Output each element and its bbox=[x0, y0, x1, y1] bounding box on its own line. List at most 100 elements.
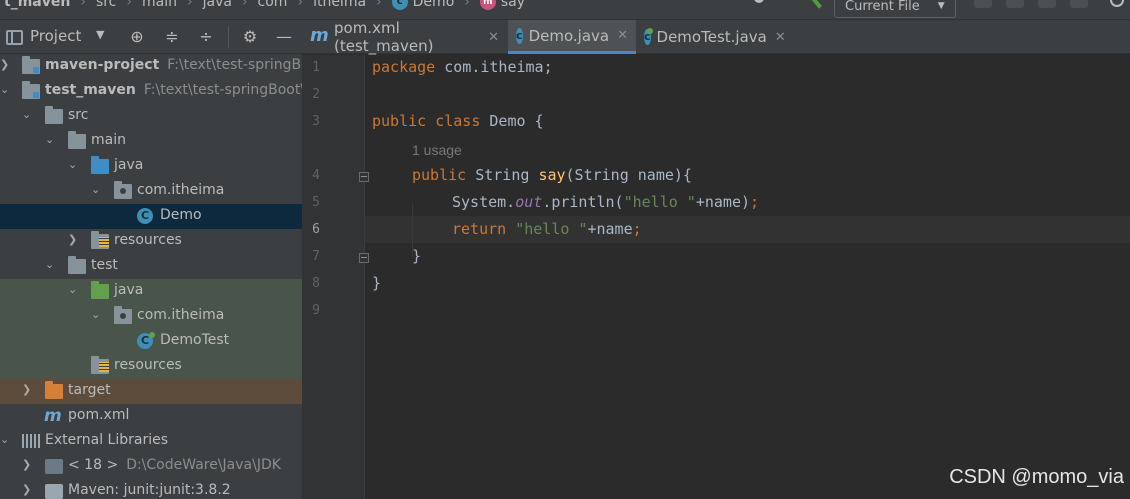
gear-icon[interactable]: ⚙ bbox=[241, 28, 259, 46]
tree-item-main-package[interactable]: ⌄ com.itheima bbox=[0, 179, 302, 204]
keyword-token: public class bbox=[372, 112, 481, 130]
tree-item-label: main bbox=[91, 132, 126, 148]
line-number: 3 bbox=[312, 114, 320, 129]
code-editor[interactable]: 1 2 3 4 5 6 7 8 9 package com.itheima; p… bbox=[302, 55, 1130, 499]
tab-pom-xml[interactable]: m pom.xml (test_maven) ✕ bbox=[302, 19, 507, 55]
chevron-right-icon[interactable]: ❯ bbox=[0, 59, 10, 70]
usages-inlay-hint[interactable]: 1 usage bbox=[412, 142, 462, 158]
code-token: +name bbox=[587, 220, 633, 238]
code-line-3: public class Demo { bbox=[372, 112, 544, 139]
tree-item-label: com.itheima bbox=[137, 182, 225, 198]
tree-item-main-java[interactable]: ⌄ java bbox=[0, 154, 302, 179]
test-resources-folder-icon bbox=[91, 356, 109, 374]
tree-item-path: F:\text\test-springBoot bbox=[167, 57, 302, 73]
folder-icon bbox=[68, 256, 86, 274]
debug-icon[interactable] bbox=[1006, 0, 1024, 8]
tab-label: DemoTest.java bbox=[656, 28, 767, 46]
hammer-icon[interactable] bbox=[808, 0, 822, 7]
tree-item-pom[interactable]: m pom.xml bbox=[0, 404, 302, 429]
tree-item-maven-project[interactable]: ❯ maven-project F:\text\test-springBoot bbox=[0, 54, 302, 79]
tree-item-src[interactable]: ⌄ src bbox=[0, 104, 302, 129]
project-panel-icon bbox=[6, 30, 23, 45]
watermark: CSDN @momo_via bbox=[949, 466, 1124, 488]
chevron-right-icon[interactable]: ❯ bbox=[22, 459, 32, 470]
fold-icon[interactable] bbox=[359, 253, 369, 263]
tree-item-label: maven-project bbox=[45, 57, 160, 73]
breadcrumb-item-java[interactable]: java bbox=[199, 0, 236, 10]
tree-item-label: Maven: junit:junit:3.8.2 bbox=[68, 482, 231, 498]
tab-demotest-java[interactable]: c DemoTest.java ✕ bbox=[636, 20, 790, 54]
user-icon[interactable] bbox=[748, 0, 772, 7]
tree-item-test-java[interactable]: ⌄ java bbox=[0, 279, 302, 304]
code-token: com.itheima; bbox=[435, 58, 553, 76]
chevron-down-icon[interactable]: ⌄ bbox=[45, 259, 55, 270]
code-line-7: } bbox=[412, 247, 422, 265]
tree-item-demotest[interactable]: C DemoTest bbox=[0, 329, 302, 354]
run-configuration-select[interactable]: Current File ▼ bbox=[834, 0, 956, 18]
breadcrumb-item-itheima[interactable]: itheima bbox=[309, 0, 370, 10]
collapse-all-icon[interactable]: ÷ bbox=[197, 28, 215, 46]
gutter-divider bbox=[364, 55, 365, 499]
breadcrumb-item-com[interactable]: com bbox=[254, 0, 292, 10]
chevron-down-icon[interactable]: ⌄ bbox=[45, 134, 55, 145]
test-class-icon: c bbox=[644, 28, 652, 45]
chevron-down-icon[interactable]: ⌄ bbox=[22, 109, 32, 120]
folder-icon bbox=[68, 131, 86, 149]
chevron-down-icon[interactable]: ⌄ bbox=[0, 434, 10, 445]
minimize-icon[interactable]: — bbox=[275, 28, 293, 46]
tree-item-label: pom.xml bbox=[68, 407, 130, 423]
breadcrumb-item-src[interactable]: src bbox=[92, 0, 120, 10]
class-icon: c bbox=[516, 27, 523, 44]
tree-item-label: java bbox=[114, 157, 144, 173]
semicolon-token: ; bbox=[632, 220, 642, 238]
close-icon[interactable]: ✕ bbox=[617, 28, 628, 43]
profile-icon[interactable] bbox=[1070, 0, 1088, 8]
code-token: (String name){ bbox=[565, 166, 692, 184]
breadcrumb-item-say[interactable]: m say bbox=[476, 0, 529, 10]
close-icon[interactable]: ✕ bbox=[488, 30, 499, 45]
string-token: "hello " bbox=[623, 193, 696, 211]
chevron-down-icon[interactable]: ⌄ bbox=[91, 184, 101, 195]
chevron-right-icon[interactable]: ❯ bbox=[22, 484, 32, 495]
breadcrumb-separator: › bbox=[297, 0, 304, 10]
code-token: System. bbox=[452, 193, 516, 211]
folder-icon bbox=[45, 106, 63, 124]
chevron-down-icon[interactable]: ⌄ bbox=[68, 284, 78, 295]
tree-item-maven-junit[interactable]: ❯ Maven: junit:junit:3.8.2 bbox=[0, 479, 302, 499]
tree-item-external-libraries[interactable]: ⌄ External Libraries bbox=[0, 429, 302, 454]
chevron-right-icon[interactable]: ❯ bbox=[68, 234, 78, 245]
tab-demo-java[interactable]: c Demo.java ✕ bbox=[508, 20, 636, 54]
tree-item-test[interactable]: ⌄ test bbox=[0, 254, 302, 279]
tab-label: pom.xml (test_maven) bbox=[334, 19, 434, 55]
chevron-down-icon[interactable]: ⌄ bbox=[0, 84, 10, 95]
tree-item-path: D:\CodeWare\Java\JDK bbox=[126, 457, 281, 473]
code-token: +name) bbox=[695, 193, 751, 211]
close-icon[interactable]: ✕ bbox=[775, 30, 786, 45]
tree-item-target[interactable]: ❯ target bbox=[0, 379, 302, 404]
project-panel-title[interactable]: Project bbox=[30, 27, 81, 45]
fold-icon[interactable] bbox=[359, 172, 369, 182]
breadcrumb-item-main[interactable]: main bbox=[138, 0, 181, 10]
tree-item-test-resources[interactable]: resources bbox=[0, 354, 302, 379]
coverage-icon[interactable] bbox=[1038, 0, 1056, 8]
search-icon[interactable] bbox=[1110, 0, 1124, 7]
run-icon[interactable] bbox=[974, 0, 992, 8]
chevron-down-icon: ▼ bbox=[937, 1, 945, 11]
tree-item-demo[interactable]: C Demo bbox=[0, 204, 302, 229]
chevron-right-icon[interactable]: ❯ bbox=[22, 384, 32, 395]
tree-item-main-resources[interactable]: ❯ resources bbox=[0, 229, 302, 254]
chevron-down-icon[interactable]: ⌄ bbox=[68, 159, 78, 170]
tree-item-main[interactable]: ⌄ main bbox=[0, 129, 302, 154]
breadcrumb-item-project[interactable]: t_maven bbox=[0, 0, 74, 10]
expand-all-icon[interactable]: ≑ bbox=[163, 28, 181, 46]
chevron-down-icon[interactable]: ▼ bbox=[96, 28, 104, 41]
breadcrumb-separator: › bbox=[464, 0, 470, 10]
tree-item-jdk[interactable]: ❯ < 18 > D:\CodeWare\Java\JDK bbox=[0, 454, 302, 479]
tree-item-test-maven[interactable]: ⌄ test_maven F:\text\test-springBoot\te bbox=[0, 79, 302, 104]
tree-item-test-package[interactable]: ⌄ com.itheima bbox=[0, 304, 302, 329]
breadcrumb-item-demo[interactable]: c Demo bbox=[388, 0, 459, 10]
source-folder-icon bbox=[91, 156, 109, 174]
breadcrumb-separator: › bbox=[376, 0, 382, 10]
chevron-down-icon[interactable]: ⌄ bbox=[91, 309, 101, 320]
target-icon[interactable]: ⊕ bbox=[128, 28, 146, 46]
